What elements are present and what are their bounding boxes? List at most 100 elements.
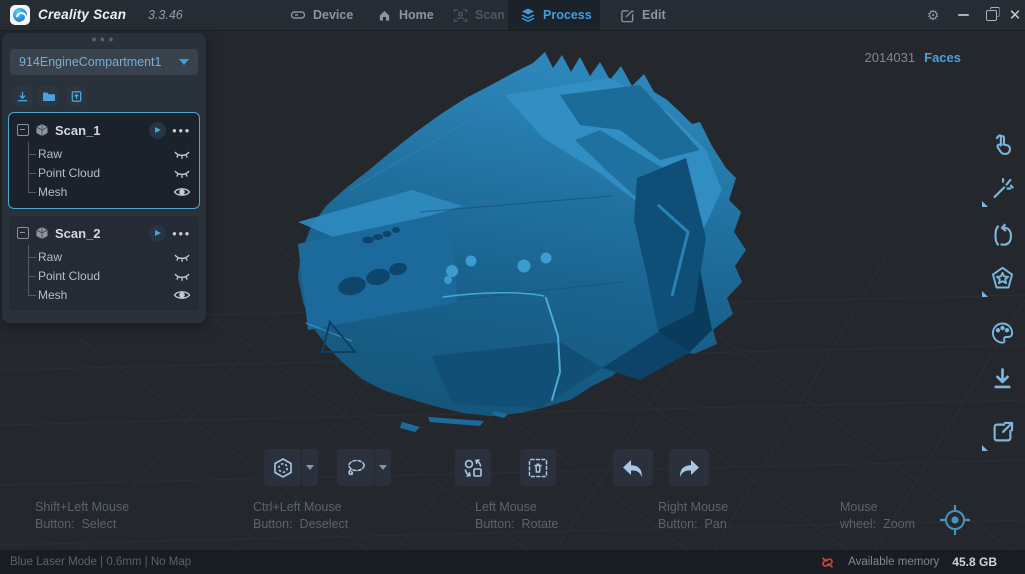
panel-drag-handle[interactable]: ●●● bbox=[2, 33, 206, 45]
tab-process[interactable]: Process bbox=[508, 0, 600, 30]
hand-select-icon bbox=[989, 132, 1016, 159]
flyout-indicator bbox=[982, 291, 988, 297]
tab-edit[interactable]: Edit bbox=[608, 0, 678, 30]
delete-selection-button[interactable] bbox=[520, 449, 556, 486]
more-menu-button[interactable]: ●●● bbox=[172, 229, 191, 238]
play-button[interactable] bbox=[149, 225, 166, 242]
export-project-button[interactable] bbox=[66, 86, 86, 106]
close-button[interactable]: ✕ bbox=[1002, 0, 1025, 30]
visibility-open-eye-icon[interactable] bbox=[173, 288, 191, 302]
share-tool[interactable] bbox=[989, 419, 1016, 446]
tree-item-pointcloud[interactable]: Point Cloud bbox=[28, 266, 191, 285]
more-menu-button[interactable]: ●●● bbox=[172, 126, 191, 135]
redo-button[interactable] bbox=[669, 449, 709, 486]
scan-mode-info: Blue Laser Mode | 0.6mm | No Map bbox=[10, 556, 191, 568]
project-name: 914EngineCompartment1 bbox=[19, 55, 179, 69]
feature-star-tool[interactable] bbox=[989, 265, 1016, 292]
collapse-icon[interactable] bbox=[17, 227, 29, 239]
tree-item-raw[interactable]: Raw bbox=[28, 144, 191, 163]
faces-counter: 2014031Faces bbox=[865, 50, 962, 65]
visibility-closed-eye-icon[interactable] bbox=[173, 269, 191, 283]
star-badge-icon bbox=[989, 265, 1016, 292]
app-version: 3.3.46 bbox=[148, 8, 183, 22]
lasso-select-dropdown[interactable] bbox=[375, 449, 391, 486]
scan-name: Scan_1 bbox=[55, 123, 143, 138]
hex-select-button[interactable] bbox=[264, 449, 301, 486]
restore-icon bbox=[986, 10, 997, 21]
faces-label: Faces bbox=[924, 50, 961, 65]
project-dropdown[interactable]: 914EngineCompartment1 bbox=[10, 49, 198, 75]
scan-name: Scan_2 bbox=[55, 226, 143, 241]
one-tap-optimize-tool[interactable] bbox=[989, 175, 1016, 202]
mesh-cube-icon bbox=[35, 123, 49, 137]
tab-device[interactable]: Device bbox=[278, 0, 365, 30]
mesh-flip-tool[interactable] bbox=[989, 222, 1016, 249]
invert-selection-icon bbox=[462, 457, 484, 479]
lasso-select-button[interactable] bbox=[337, 449, 374, 486]
chevron-down-icon bbox=[306, 465, 314, 470]
tab-home[interactable]: Home bbox=[365, 0, 446, 30]
crosshair-target-icon bbox=[936, 501, 974, 539]
settings-button[interactable]: ⚙ bbox=[920, 0, 946, 30]
hint-wheel-zoom: Mousewheel: Zoom bbox=[840, 499, 915, 533]
project-panel: ●●● 914EngineCompartment1 Scan_1 ●●● Raw bbox=[2, 33, 206, 323]
tree-item-mesh[interactable]: Mesh bbox=[28, 182, 191, 201]
tree-item-raw[interactable]: Raw bbox=[28, 247, 191, 266]
export-icon bbox=[70, 90, 83, 103]
chevron-down-icon bbox=[179, 59, 189, 65]
hint-left-rotate: Left MouseButton: Rotate bbox=[475, 499, 558, 533]
visibility-closed-eye-icon[interactable] bbox=[173, 166, 191, 180]
edit-icon bbox=[620, 8, 635, 23]
play-button[interactable] bbox=[149, 122, 166, 139]
tab-edit-label: Edit bbox=[642, 8, 666, 22]
play-icon bbox=[155, 230, 161, 236]
lasso-select-icon bbox=[345, 457, 367, 479]
restore-button[interactable] bbox=[978, 0, 1004, 30]
memory-value: 45.8 GB bbox=[952, 555, 997, 569]
minimize-button[interactable] bbox=[950, 0, 976, 30]
gear-icon: ⚙ bbox=[927, 7, 940, 24]
import-project-button[interactable] bbox=[12, 86, 32, 106]
tree-item-mesh[interactable]: Mesh bbox=[28, 285, 191, 304]
process-icon bbox=[520, 7, 536, 23]
recenter-view-button[interactable] bbox=[936, 501, 974, 539]
home-icon bbox=[377, 8, 392, 23]
tab-scan-label: Scan bbox=[475, 8, 505, 22]
flyout-indicator bbox=[982, 201, 988, 207]
scan-card-2[interactable]: Scan_2 ●●● Raw Point Cloud Mesh bbox=[8, 215, 200, 312]
hand-select-tool[interactable] bbox=[989, 132, 1016, 159]
chevron-down-icon bbox=[379, 465, 387, 470]
titlebar: Creality Scan 3.3.46 Device Home Scan Pr… bbox=[0, 0, 1025, 31]
undo-button[interactable] bbox=[613, 449, 653, 486]
hex-select-dropdown[interactable] bbox=[302, 449, 318, 486]
invert-selection-button[interactable] bbox=[455, 449, 491, 486]
play-icon bbox=[155, 127, 161, 133]
hint-right-pan: Right MouseButton: Pan bbox=[658, 499, 728, 533]
creality-logo-icon bbox=[13, 8, 27, 22]
hex-select-icon bbox=[272, 457, 294, 479]
broken-link-icon bbox=[820, 555, 835, 570]
tab-device-label: Device bbox=[313, 8, 353, 22]
mesh-cube-icon bbox=[35, 226, 49, 240]
visibility-open-eye-icon[interactable] bbox=[173, 185, 191, 199]
collapse-icon[interactable] bbox=[17, 124, 29, 136]
share-export-icon bbox=[989, 419, 1016, 446]
magic-wand-icon bbox=[989, 175, 1016, 202]
tree-item-pointcloud[interactable]: Point Cloud bbox=[28, 163, 191, 182]
export-model-tool[interactable] bbox=[989, 365, 1016, 392]
app-logo bbox=[10, 5, 30, 25]
flyout-indicator bbox=[982, 445, 988, 451]
folder-icon bbox=[42, 90, 56, 103]
import-icon bbox=[16, 90, 29, 103]
close-icon: ✕ bbox=[1009, 6, 1022, 24]
delete-selection-icon bbox=[527, 457, 549, 479]
open-folder-button[interactable] bbox=[39, 86, 59, 106]
texture-tool[interactable] bbox=[989, 319, 1016, 346]
visibility-closed-eye-icon[interactable] bbox=[173, 147, 191, 161]
app-title: Creality Scan bbox=[38, 7, 126, 22]
scan-icon bbox=[453, 8, 468, 23]
statusbar: Blue Laser Mode | 0.6mm | No Map Availab… bbox=[0, 550, 1025, 574]
visibility-closed-eye-icon[interactable] bbox=[173, 250, 191, 264]
tab-home-label: Home bbox=[399, 8, 434, 22]
scan-card-1[interactable]: Scan_1 ●●● Raw Point Cloud Mesh bbox=[8, 112, 200, 209]
